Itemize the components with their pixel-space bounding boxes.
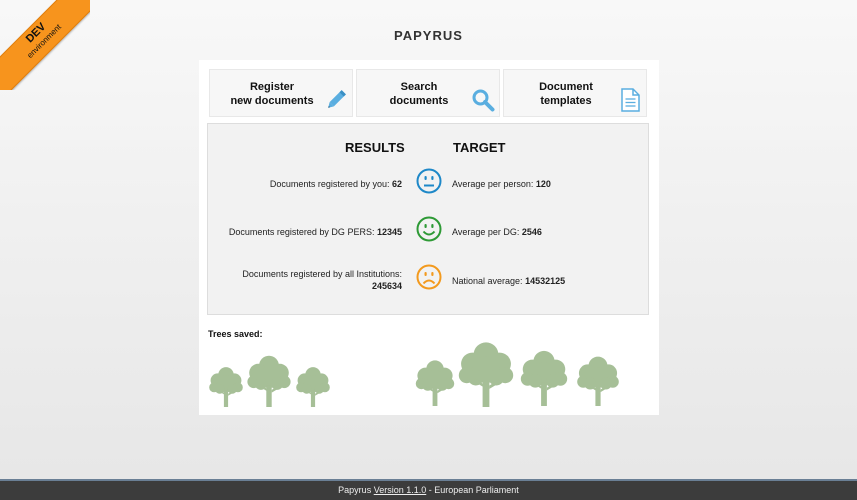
magnifier-icon — [472, 89, 495, 112]
tree-icon — [577, 356, 619, 406]
pencil-icon — [328, 90, 346, 108]
target-label: Average per person: — [452, 179, 534, 189]
stat-value: 245634 — [371, 281, 402, 291]
tile-label-line1: Document — [539, 81, 593, 93]
target-value: 14532125 — [525, 276, 566, 286]
footer-suffix: - European Parliament — [426, 485, 519, 495]
main-panel: Register new documents Search documents Do… — [199, 60, 659, 415]
document-icon — [621, 88, 640, 112]
version-link[interactable]: Version 1.1.0 — [374, 485, 427, 495]
tile-label-line2: templates — [540, 95, 592, 107]
average-per-person-target: Average per person: 120 — [452, 178, 551, 190]
stat-value: 62 — [391, 179, 402, 189]
tile-label-line1: Search — [400, 81, 438, 93]
target-heading: TARGET — [453, 140, 506, 155]
target-label: National average: — [452, 276, 523, 286]
tree-icon — [209, 367, 243, 407]
stat-label: Documents registered by all Institutions… — [242, 269, 402, 279]
tile-label-line1: Register — [249, 81, 295, 93]
tree-icon — [296, 367, 330, 407]
dev-environment-ribbon: DEV environment — [0, 0, 90, 90]
stat-label: Documents registered by DG PERS: — [228, 227, 375, 237]
tree-icon — [247, 355, 291, 407]
stat-label: Documents registered by you: — [269, 179, 390, 189]
tile-label-line2: documents — [389, 95, 449, 107]
footer: Papyrus Version 1.1.0 - European Parliam… — [0, 479, 857, 500]
smile-face-icon — [416, 216, 442, 242]
register-documents-button[interactable]: Register new documents — [209, 69, 353, 117]
institutions-documents-stat: Documents registered by all Institutions… — [202, 268, 402, 292]
tree-icon — [458, 342, 514, 407]
target-value: 2546 — [521, 227, 542, 237]
your-documents-stat: Documents registered by you: 62 — [202, 178, 402, 190]
app-title: PAPYRUS — [394, 28, 463, 43]
national-average-target: National average: 14532125 — [452, 275, 565, 287]
average-per-dg-target: Average per DG: 2546 — [452, 226, 542, 238]
tree-icon — [415, 360, 455, 406]
document-templates-button[interactable]: Document templates — [503, 69, 647, 117]
trees-saved-label: Trees saved: — [208, 329, 263, 339]
target-value: 120 — [535, 179, 551, 189]
tile-label-line2: new documents — [230, 95, 314, 107]
target-label: Average per DG: — [452, 227, 520, 237]
dg-documents-stat: Documents registered by DG PERS: 12345 — [202, 226, 402, 238]
stat-value: 12345 — [376, 227, 402, 237]
tree-icon — [520, 350, 568, 406]
results-box: RESULTS TARGET Documents registered by y… — [207, 123, 649, 315]
footer-prefix: Papyrus — [338, 485, 374, 495]
search-documents-button[interactable]: Search documents — [356, 69, 500, 117]
sad-face-icon — [416, 264, 442, 290]
neutral-face-icon — [416, 168, 442, 194]
ribbon-subtitle: environment — [25, 22, 63, 60]
results-heading: RESULTS — [345, 140, 405, 155]
